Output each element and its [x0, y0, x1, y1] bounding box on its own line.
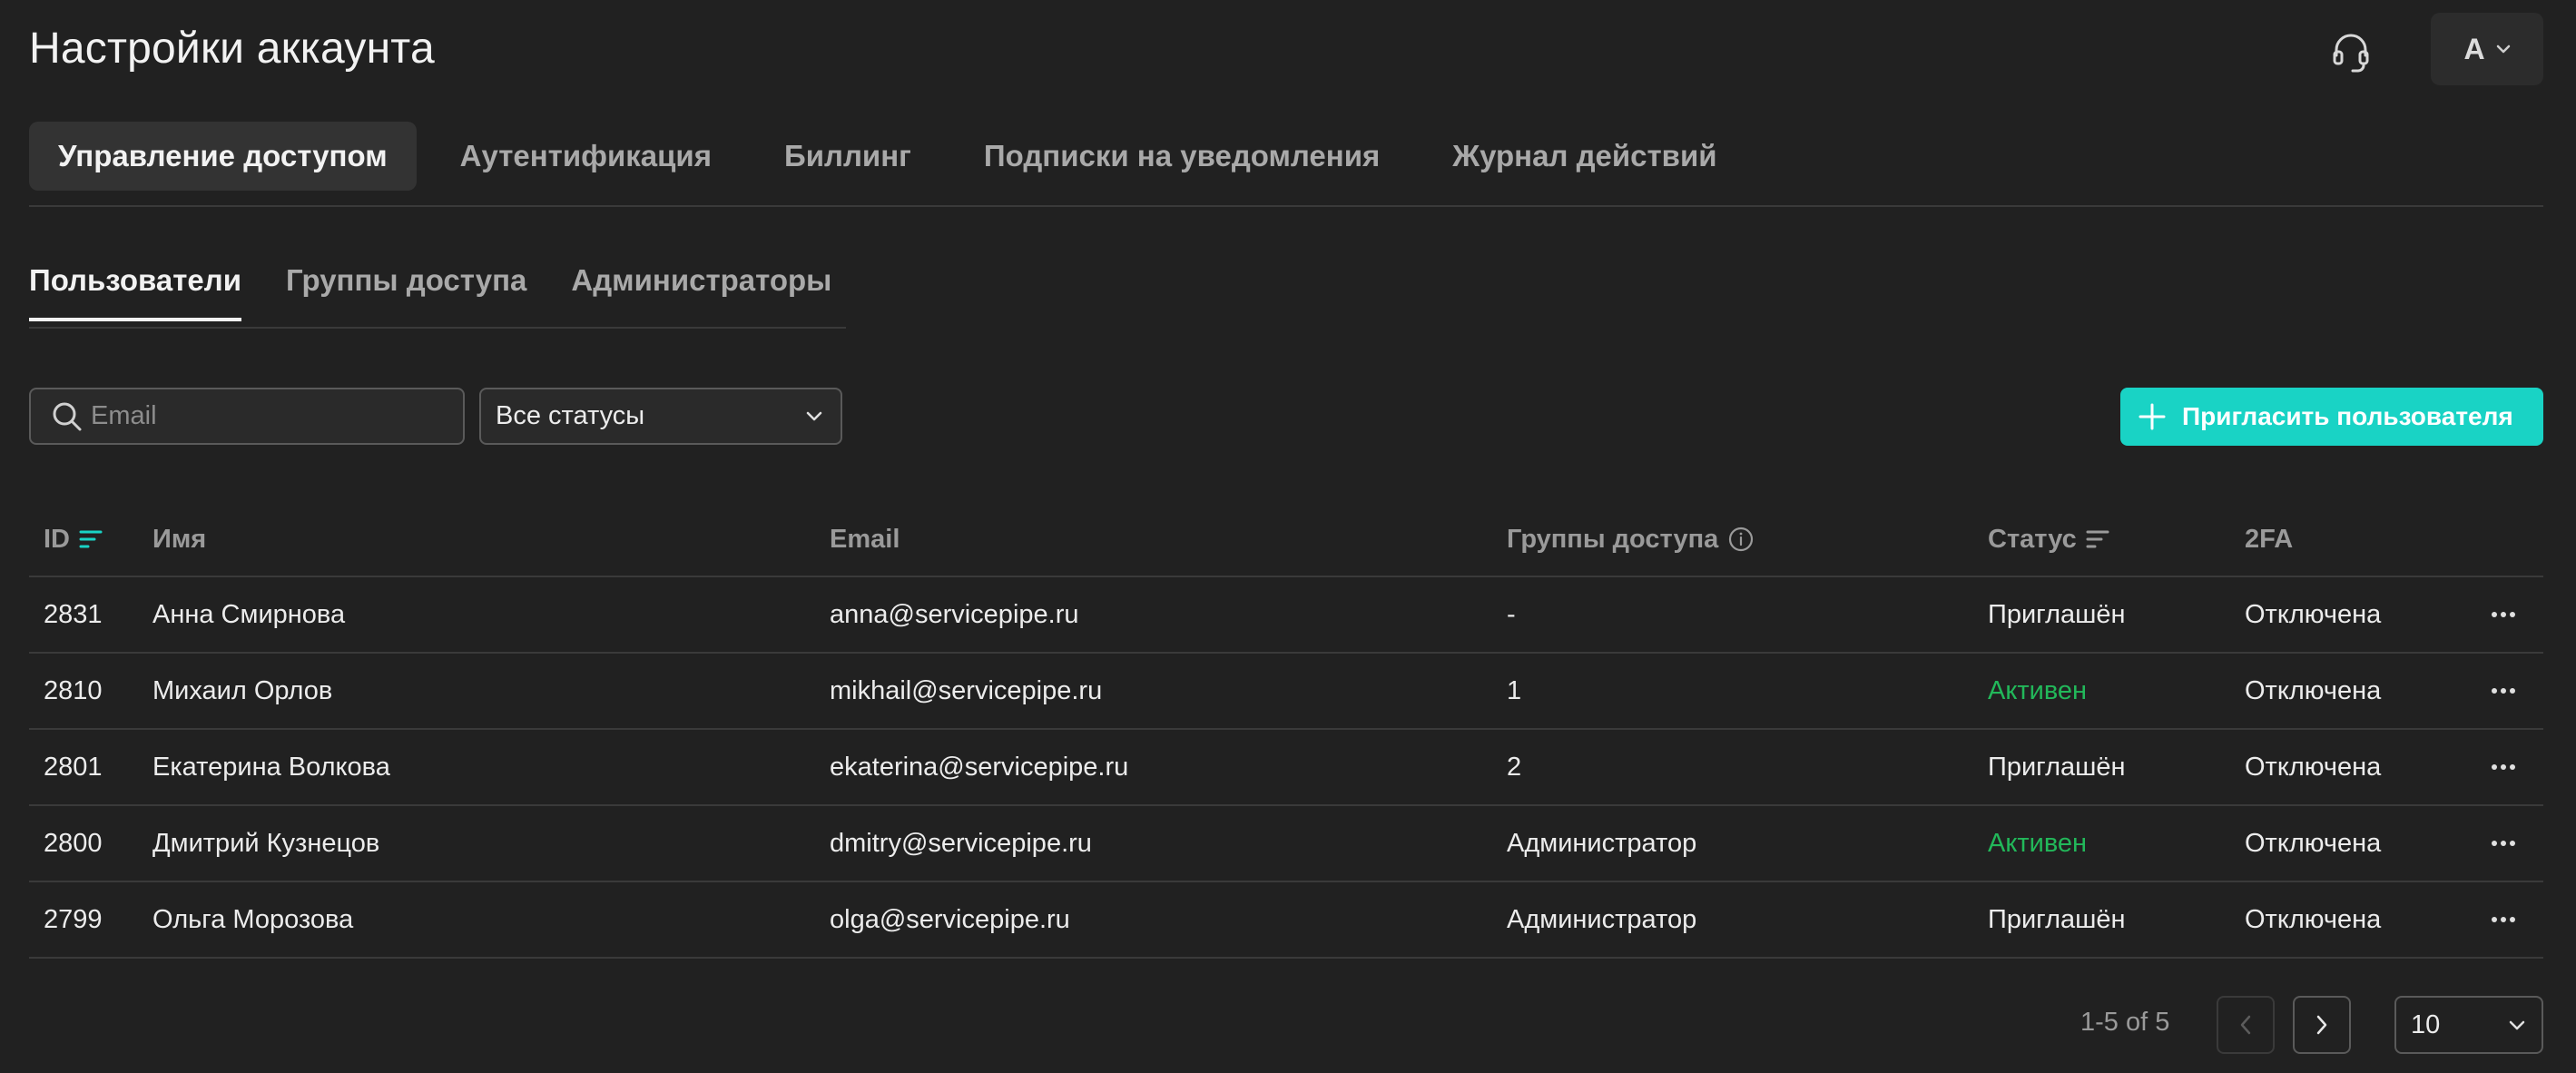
pagination-info: 1-5 of 5 — [2080, 1008, 2170, 1037]
column-name: Имя — [152, 524, 207, 554]
subtab-administrators[interactable]: Администраторы — [571, 263, 831, 321]
status-filter-value: Все статусы — [496, 401, 645, 430]
cell-email: mikhail@servicepipe.ru — [830, 675, 1103, 705]
column-id[interactable]: ID — [44, 525, 103, 555]
cell-status: Активен — [1988, 675, 2088, 705]
cell-status: Приглашён — [1988, 599, 2126, 629]
search-field[interactable] — [29, 388, 465, 445]
column-status[interactable]: Статус — [1988, 525, 2109, 555]
more-horizontal-icon — [2492, 612, 2515, 617]
row-actions-button[interactable] — [2491, 687, 2516, 694]
cell-name: Михаил Орлов — [152, 675, 333, 705]
column-2fa: 2FA — [2245, 524, 2294, 554]
more-horizontal-icon — [2492, 764, 2515, 770]
row-actions-button[interactable] — [2491, 763, 2516, 771]
column-id-label: ID — [44, 524, 70, 554]
table-row: 2831 Анна Смирнова anna@servicepipe.ru -… — [29, 577, 2543, 654]
table-row: 2810 Михаил Орлов mikhail@servicepipe.ru… — [29, 654, 2543, 730]
headset-icon — [2333, 34, 2369, 73]
cell-id: 2831 — [44, 599, 103, 629]
account-menu-button[interactable]: A — [2431, 13, 2543, 85]
tab-activity-log[interactable]: Журнал действий — [1423, 122, 1745, 191]
more-horizontal-icon — [2492, 841, 2515, 846]
column-email: Email — [830, 524, 900, 554]
column-groups-label: Группы доступа — [1507, 524, 1719, 554]
cell-name: Екатерина Волкова — [152, 752, 390, 782]
subtab-users[interactable]: Пользователи — [29, 263, 242, 321]
cell-status: Активен — [1988, 828, 2088, 858]
table-row: 2801 Екатерина Волкова ekaterina@service… — [29, 730, 2543, 806]
cell-groups: Администратор — [1507, 904, 1697, 934]
cell-name: Ольга Морозова — [152, 904, 354, 934]
tab-authentication[interactable]: Аутентификация — [431, 122, 741, 191]
table-row: 2799 Ольга Морозова olga@servicepipe.ru … — [29, 882, 2543, 959]
cell-2fa: Отключена — [2245, 752, 2382, 782]
row-actions-button[interactable] — [2491, 611, 2516, 618]
cell-id: 2810 — [44, 675, 103, 705]
cell-name: Анна Смирнова — [152, 599, 346, 629]
page-size-select[interactable]: 10 — [2394, 996, 2543, 1054]
support-button[interactable] — [2324, 25, 2378, 80]
cell-2fa: Отключена — [2245, 904, 2382, 934]
chevron-right-icon — [2316, 1015, 2327, 1035]
search-icon — [53, 402, 82, 430]
previous-page-button[interactable] — [2217, 996, 2275, 1054]
page-title: Настройки аккаунта — [29, 25, 435, 73]
cell-2fa: Отключена — [2245, 675, 2382, 705]
tab-notification-subscriptions[interactable]: Подписки на уведомления — [955, 122, 1409, 191]
sort-icon — [79, 530, 103, 548]
more-horizontal-icon — [2492, 688, 2515, 694]
cell-id: 2800 — [44, 828, 103, 858]
main-tabs: Управление доступом Аутентификация Билли… — [29, 122, 1761, 191]
sort-icon — [2086, 530, 2109, 548]
info-icon[interactable] — [1727, 526, 1755, 553]
invite-user-label: Пригласить пользователя — [2182, 402, 2513, 430]
sub-tabs: Пользователи Группы доступа Администрато… — [29, 263, 831, 321]
cell-name: Дмитрий Кузнецов — [152, 828, 380, 858]
chevron-down-icon — [2509, 1020, 2525, 1029]
cell-groups: 1 — [1507, 675, 1522, 705]
cell-groups: Администратор — [1507, 828, 1697, 858]
column-status-label: Статус — [1988, 524, 2077, 554]
table-row: 2800 Дмитрий Кузнецов dmitry@servicepipe… — [29, 806, 2543, 882]
account-settings-page: Настройки аккаунта A Управление доступом… — [0, 0, 2576, 1073]
cell-id: 2799 — [44, 904, 103, 934]
more-horizontal-icon — [2492, 917, 2515, 922]
row-actions-button[interactable] — [2491, 916, 2516, 923]
cell-email: ekaterina@servicepipe.ru — [830, 752, 1129, 782]
sub-tabs-divider — [29, 327, 846, 329]
tab-billing[interactable]: Биллинг — [755, 122, 940, 191]
plus-icon — [2138, 403, 2166, 430]
chevron-down-icon — [2496, 44, 2510, 54]
users-table: ID Имя Email Группы доступа Статус 2FA 2… — [29, 503, 2543, 959]
row-actions-button[interactable] — [2491, 840, 2516, 847]
cell-id: 2801 — [44, 752, 103, 782]
subtab-access-groups[interactable]: Группы доступа — [286, 263, 526, 321]
cell-groups: - — [1507, 599, 1516, 629]
cell-email: dmitry@servicepipe.ru — [830, 828, 1092, 858]
cell-groups: 2 — [1507, 752, 1522, 782]
cell-email: olga@servicepipe.ru — [830, 904, 1070, 934]
cell-2fa: Отключена — [2245, 828, 2382, 858]
table-header: ID Имя Email Группы доступа Статус 2FA — [29, 503, 2543, 577]
avatar: A — [2463, 32, 2485, 65]
cell-email: anna@servicepipe.ru — [830, 599, 1079, 629]
next-page-button[interactable] — [2293, 996, 2351, 1054]
status-filter-select[interactable]: Все статусы — [479, 388, 842, 445]
invite-user-button[interactable]: Пригласить пользователя — [2120, 388, 2543, 446]
cell-status: Приглашён — [1988, 904, 2126, 934]
chevron-left-icon — [2240, 1015, 2251, 1035]
column-groups: Группы доступа — [1507, 525, 1755, 555]
cell-2fa: Отключена — [2245, 599, 2382, 629]
cell-status: Приглашён — [1988, 752, 2126, 782]
chevron-down-icon — [806, 411, 822, 421]
page-size-value: 10 — [2411, 1009, 2441, 1039]
search-input[interactable] — [91, 401, 436, 431]
tab-access-management[interactable]: Управление доступом — [29, 122, 417, 191]
main-tabs-divider — [29, 205, 2543, 207]
